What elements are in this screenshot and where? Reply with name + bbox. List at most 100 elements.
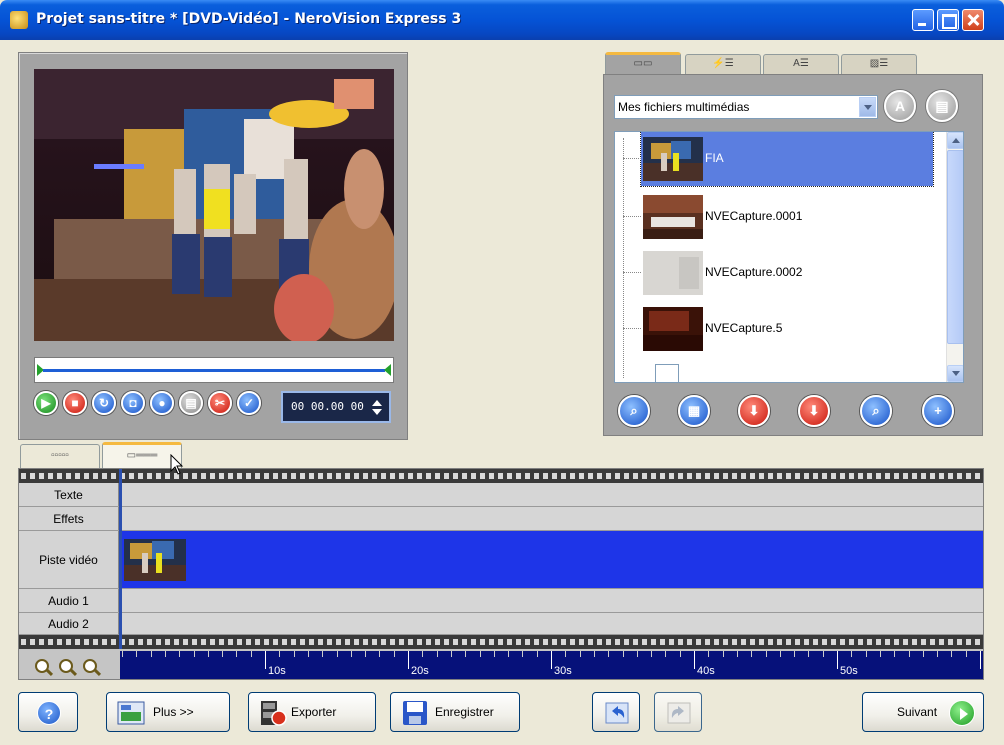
minimize-button[interactable] [912,9,934,31]
scroll-up-icon[interactable] [947,132,963,149]
media-tabs: ▭▭ ⚡☰ A☰ ▨☰ [603,52,983,74]
scroll-down-icon[interactable] [947,365,963,382]
tab-storyboard[interactable]: ▫▫▫▫▫ [20,444,100,468]
ruler-tick [379,651,381,657]
chapter-icon: ▤ [185,396,197,410]
ruler-tick [336,651,338,657]
trim-end-handle[interactable] [384,364,391,376]
timecode-spinner[interactable] [371,400,383,416]
ruler-tick [708,651,710,657]
ruler-tick [350,651,352,657]
ruler-tick [837,651,838,669]
ruler-label: 50s [840,665,858,677]
media-list-scrollbar[interactable] [946,132,963,382]
zoom-in-icon[interactable] [59,659,73,673]
list-item[interactable]: NVECapture.5 [623,302,933,356]
ruler-tick [751,651,753,657]
close-button[interactable] [962,9,984,31]
tree-branch [623,328,641,329]
view-mode-icon: ▤ [935,98,949,114]
scroll-thumb[interactable] [947,150,963,344]
next-button[interactable]: Suivant [862,692,984,732]
chapter-button[interactable]: ▤ [179,391,203,415]
preview-scrubber[interactable] [34,357,394,383]
track-area[interactable] [120,613,983,634]
import-button[interactable]: ⬇ [738,395,770,427]
save-icon [403,701,427,725]
redo-button[interactable] [654,692,702,732]
stop-icon: ■ [71,396,79,410]
ruler-tick [408,651,409,669]
zoom-out-icon[interactable] [83,659,97,673]
export-button[interactable]: Exporter [248,692,376,732]
export-label: Exporter [291,705,337,719]
tree-branch [623,158,641,159]
ruler-tick [636,651,638,657]
tab-effects[interactable]: ⚡☰ [685,54,761,74]
ruler-tick [765,651,767,657]
view-button[interactable]: ▤ [926,90,958,122]
storyboard-icon: ▫▫▫▫▫ [51,450,69,461]
timecode-value: 00 00.00 00 [291,400,364,413]
tab-transitions[interactable]: ▨☰ [841,54,917,74]
timecode-field[interactable]: 00 00.00 00 [281,391,391,423]
media-list[interactable]: FIA NVECapture.0001 NVECapture.0002 NVEC… [614,131,964,383]
time-ruler[interactable]: 10s 20s 30s 40s 50s [120,651,983,679]
stop-button[interactable]: ■ [63,391,87,415]
media-source-value: Mes fichiers multimédias [618,100,750,114]
loop-button[interactable]: ↻ [92,391,116,415]
zoom-controls [19,651,119,679]
add-button[interactable]: + [922,395,954,427]
ruler-tick [651,651,653,657]
play-button[interactable]: ▶ [34,391,58,415]
search-button[interactable]: ⌕ [618,395,650,427]
zoom-fit-icon[interactable] [35,659,49,673]
sort-button[interactable]: A [884,90,916,122]
capture-button[interactable]: ⬇ [798,395,830,427]
cut-button[interactable]: ✂ [208,391,232,415]
list-item[interactable]: NVECapture.0001 [623,190,933,244]
filmstrip-bottom [19,635,983,649]
chevron-down-icon[interactable] [859,97,876,117]
ruler-tick [794,651,796,657]
capture-icon: ⬇ [808,403,820,418]
tab-video[interactable]: ▭▭ [605,52,681,74]
confirm-button[interactable]: ✓ [237,391,261,415]
next-label: Suivant [897,705,938,719]
video-preview[interactable] [34,69,394,341]
ruler-tick [822,651,824,657]
video-clip[interactable] [124,539,186,581]
list-item[interactable]: NVECapture.0002 [623,246,933,300]
track-area[interactable] [120,589,983,612]
ruler-tick [307,651,309,657]
play-icon: ▶ [41,396,51,410]
maximize-button[interactable] [937,9,959,31]
browse-button[interactable]: ⌕ [860,395,892,427]
list-item[interactable]: FIA [623,132,934,187]
ruler-tick [980,651,981,669]
playhead[interactable] [119,469,122,649]
help-button[interactable]: ? [18,692,78,732]
ruler-tick [679,651,681,657]
track-area[interactable] [120,531,983,588]
filmstrip-button[interactable]: ▦ [678,395,710,427]
search-icon: ⌕ [630,403,638,418]
ruler-tick [422,651,424,657]
preview-panel: ▶ ■ ↻ ◘ ● ▤ ✂ ✓ 00 00.00 00 [18,52,408,440]
more-button[interactable]: Plus >> [106,692,230,732]
browse-icon: ⌕ [872,403,880,418]
save-button[interactable]: Enregistrer [390,692,520,732]
track-area[interactable] [120,483,983,506]
ruler-tick [393,651,395,657]
snapshot-button[interactable]: ◘ [121,391,145,415]
media-item-label: FIA [705,151,724,165]
tab-text[interactable]: A☰ [763,54,839,74]
ruler-tick [207,651,209,657]
undo-button[interactable] [592,692,640,732]
media-source-select[interactable]: Mes fichiers multimédias [614,95,878,119]
ruler-label: 10s [268,665,286,677]
track-effects: Effets [19,507,983,531]
ruler-tick [450,651,452,657]
track-area[interactable] [120,507,983,530]
record-button[interactable]: ● [150,391,174,415]
